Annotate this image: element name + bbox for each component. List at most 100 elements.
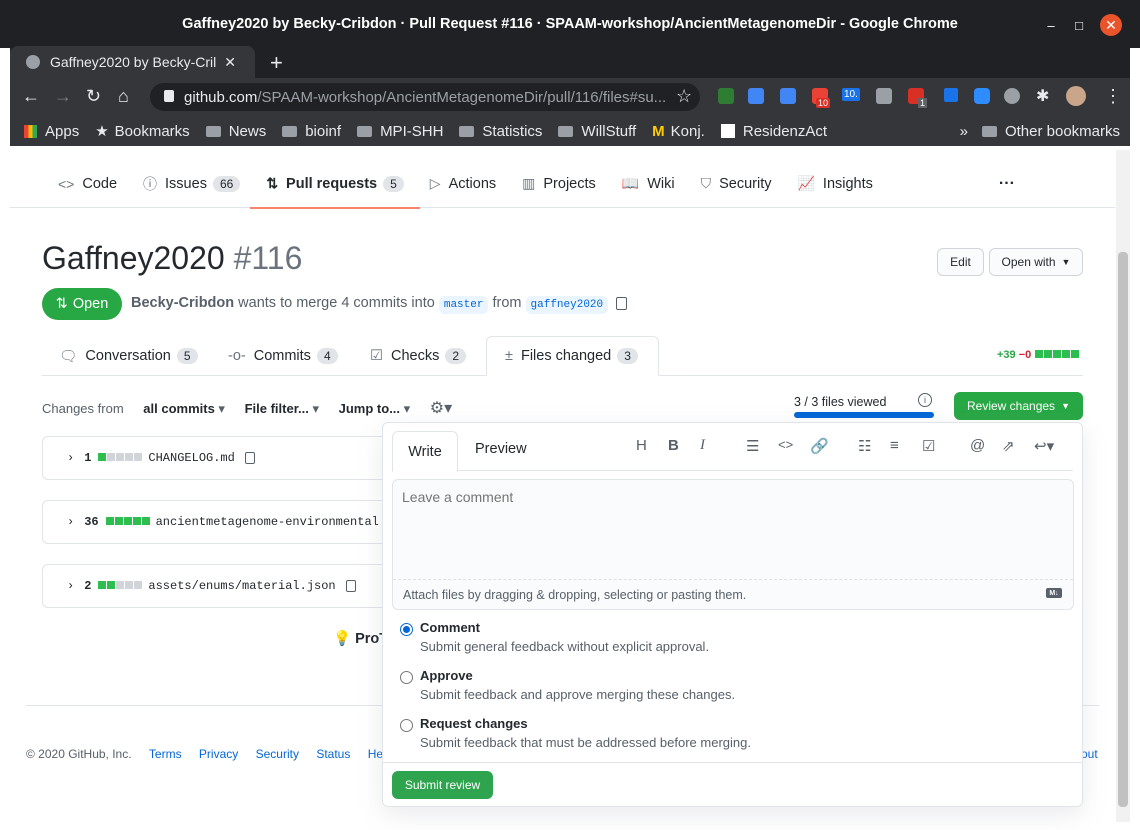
reload-icon[interactable]: ↻ xyxy=(86,86,101,107)
bookmark-residenzact[interactable]: ResidenzAct xyxy=(720,123,827,140)
pen-icon[interactable] xyxy=(944,88,958,102)
review-changes-button[interactable]: Review changes ▼ xyxy=(954,392,1083,420)
submit-review-button[interactable]: Submit review xyxy=(392,771,493,799)
footer-link-security[interactable]: Security xyxy=(256,747,299,761)
bookmark-konj[interactable]: M Konj. xyxy=(652,123,705,140)
tab-checks[interactable]: ☑ Checks 2 xyxy=(370,336,467,376)
bold-icon[interactable]: B xyxy=(668,437,679,454)
footer-link-status[interactable]: Status xyxy=(316,747,350,761)
translate-icon[interactable] xyxy=(780,88,796,104)
tab-files-changed[interactable]: ± Files changed 3 xyxy=(486,336,659,376)
extension-p-icon[interactable] xyxy=(718,88,734,104)
radio-request-changes[interactable] xyxy=(400,719,413,732)
file-header[interactable]: › 2 assets/enums/material.json xyxy=(42,564,392,608)
bullet-list-icon[interactable]: ☷ xyxy=(858,437,871,455)
tab-actions[interactable]: ▷ Actions xyxy=(430,160,496,208)
bookmark-willstuff[interactable]: WillStuff xyxy=(558,123,636,140)
tab-commits[interactable]: -o- Commits 4 xyxy=(228,336,338,376)
extension-circle-icon[interactable] xyxy=(1004,88,1020,104)
forward-icon[interactable]: → xyxy=(54,86,72,107)
footer-link-about[interactable]: out xyxy=(1081,747,1098,761)
tab-issues[interactable]: ⓘ Issues 66 xyxy=(143,160,241,208)
copy-icon[interactable] xyxy=(345,580,356,592)
radio-comment[interactable] xyxy=(400,623,413,636)
file-header[interactable]: › 36 ancientmetagenome-environmental xyxy=(42,500,392,544)
lock-icon[interactable] xyxy=(164,90,174,102)
file-name[interactable]: CHANGELOG.md xyxy=(148,451,234,465)
jump-to-menu[interactable]: Jump to... ▾ xyxy=(339,401,411,416)
tab-security[interactable]: ⛉ Security xyxy=(701,160,772,208)
bookmarks-overflow[interactable]: » xyxy=(960,123,968,140)
bookmark-news[interactable]: News xyxy=(205,123,266,140)
close-window-button[interactable]: ✕ xyxy=(1100,14,1122,36)
reply-icon[interactable]: ↩▾ xyxy=(1034,437,1054,455)
profile-avatar[interactable] xyxy=(1066,86,1086,106)
file-header[interactable]: › 1 CHANGELOG.md xyxy=(42,436,392,480)
task-list-icon[interactable]: ☑ xyxy=(922,437,935,455)
copy-icon[interactable] xyxy=(616,296,628,310)
tab-projects[interactable]: ▥ Projects xyxy=(522,160,596,208)
bookmark-bioinf[interactable]: bioinf xyxy=(282,123,341,140)
zoom-icon[interactable] xyxy=(974,88,990,104)
minimize-button[interactable]: – xyxy=(1040,14,1062,36)
radio-approve[interactable] xyxy=(400,671,413,684)
heading-icon[interactable]: H xyxy=(636,437,647,454)
comment-textarea[interactable] xyxy=(392,479,1074,579)
tab-wiki[interactable]: 📖 Wiki xyxy=(622,160,675,208)
head-branch[interactable]: gaffney2020 xyxy=(525,296,609,314)
italic-icon[interactable]: I xyxy=(700,437,705,454)
chevron-right-icon[interactable]: › xyxy=(67,579,74,593)
tab-preview[interactable]: Preview xyxy=(475,441,527,457)
link-icon[interactable]: 🔗 xyxy=(810,437,829,455)
tab-insights[interactable]: 📈 Insights xyxy=(797,160,872,208)
footer-link-terms[interactable]: Terms xyxy=(149,747,182,761)
edit-button[interactable]: Edit xyxy=(937,248,984,276)
tab-pull-requests[interactable]: ⇅ Pull requests 5 xyxy=(250,160,421,209)
calendar-icon[interactable]: 10. xyxy=(842,88,860,101)
open-with-button[interactable]: Open with ▼ xyxy=(989,248,1083,276)
tab-write[interactable]: Write xyxy=(392,431,458,472)
changes-from-menu[interactable]: Changes from all commits ▾ xyxy=(42,401,225,416)
keep-icon[interactable] xyxy=(876,88,892,104)
new-tab-button[interactable]: + xyxy=(270,50,283,76)
chevron-right-icon[interactable]: › xyxy=(67,451,74,465)
copy-icon[interactable] xyxy=(244,452,255,464)
browser-tab[interactable]: Gaffney2020 by Becky-Cril ✕ xyxy=(10,46,255,78)
bookmark-bookmarks[interactable]: ★ Bookmarks xyxy=(95,122,190,141)
address-bar[interactable]: github.com/SPAAM-workshop/AncientMetagen… xyxy=(150,83,700,111)
apps-bookmark[interactable]: Apps xyxy=(24,123,79,140)
attach-files-area[interactable]: Attach files by dragging & dropping, sel… xyxy=(393,579,1073,609)
home-icon[interactable]: ⌂ xyxy=(118,86,129,107)
bookmark-star-icon[interactable]: ☆ xyxy=(676,86,692,107)
base-branch[interactable]: master xyxy=(438,296,489,314)
file-name[interactable]: ancientmetagenome-environmental xyxy=(156,515,379,529)
more-menu-button[interactable]: ··· xyxy=(999,160,1015,208)
tab-code[interactable]: <> Code xyxy=(58,160,117,208)
tab-conversation[interactable]: 🗨 Conversation 5 xyxy=(59,336,198,376)
file-name[interactable]: assets/enums/material.json xyxy=(148,579,335,593)
quote-icon[interactable]: ☰ xyxy=(746,437,759,455)
maximize-button[interactable]: □ xyxy=(1068,14,1090,36)
reference-icon[interactable]: ⇗ xyxy=(1002,437,1015,455)
bookmark-statistics[interactable]: Statistics xyxy=(459,123,542,140)
author-link[interactable]: Becky-Cribdon xyxy=(131,295,234,311)
tab-close-icon[interactable]: ✕ xyxy=(224,54,236,71)
mention-icon[interactable]: @ xyxy=(970,437,985,454)
info-icon[interactable]: i xyxy=(918,393,932,407)
chrome-menu-icon[interactable]: ⋮ xyxy=(1104,86,1122,107)
bookmark-mpi-shh[interactable]: MPI-SHH xyxy=(357,123,443,140)
docs-icon[interactable] xyxy=(748,88,764,104)
code-icon[interactable]: <> xyxy=(778,437,793,452)
file-filter-menu[interactable]: File filter... ▾ xyxy=(245,401,319,416)
scrollbar-thumb[interactable] xyxy=(1118,252,1128,807)
extensions-puzzle-icon[interactable]: ✱ xyxy=(1036,86,1049,106)
graph-icon: 📈 xyxy=(797,175,815,191)
footer-link-privacy[interactable]: Privacy xyxy=(199,747,238,761)
numbered-list-icon[interactable]: ≡ xyxy=(890,437,899,454)
markdown-icon[interactable]: M↓ xyxy=(1046,588,1062,598)
back-icon[interactable]: ← xyxy=(22,86,40,107)
gear-icon[interactable]: ⚙▾ xyxy=(430,400,452,417)
chevron-right-icon[interactable]: › xyxy=(67,515,74,529)
other-bookmarks[interactable]: Other bookmarks xyxy=(981,123,1120,140)
bookmark-label: Bookmarks xyxy=(114,122,190,140)
